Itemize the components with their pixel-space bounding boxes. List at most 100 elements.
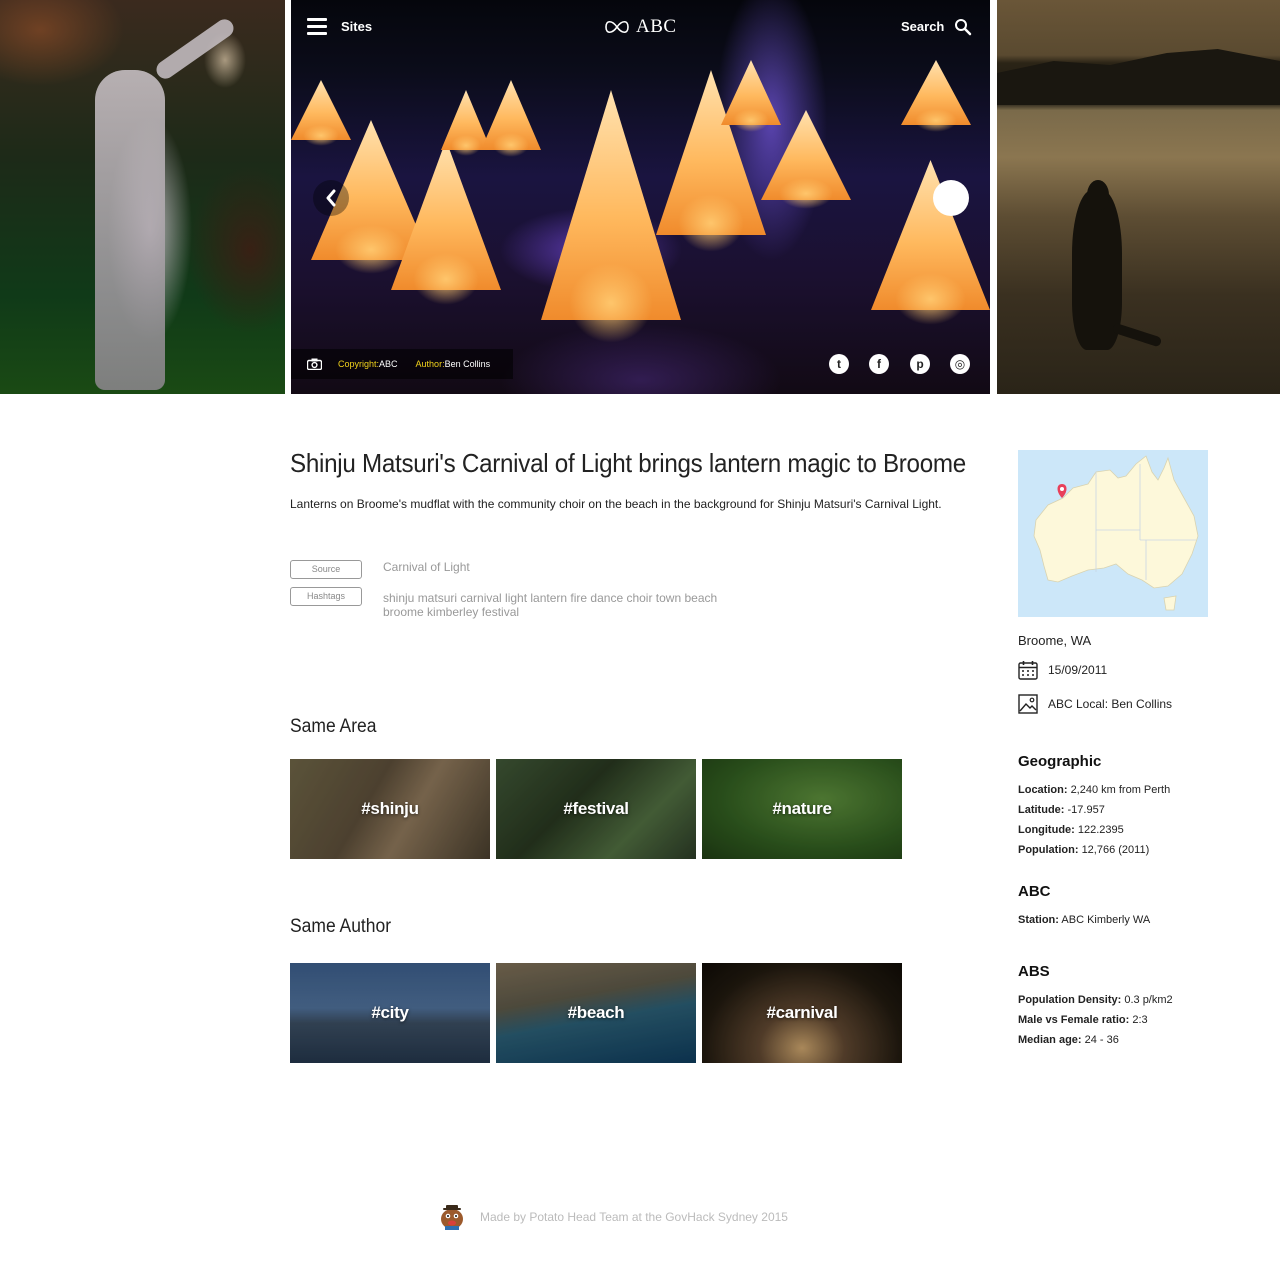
twitter-glyph: t — [837, 357, 841, 371]
same-area-tiles: #shinju #festival #nature — [290, 759, 902, 859]
footer: Made by Potato Head Team at the GovHack … — [438, 1204, 788, 1230]
facebook-glyph: f — [877, 357, 881, 371]
lantern — [391, 140, 501, 305]
abc-logo-text: ABC — [636, 16, 677, 37]
tile-label: #city — [371, 1003, 409, 1022]
abc-list: Station: ABC Kimberly WA — [1018, 910, 1248, 930]
kangaroo-head — [1087, 180, 1109, 210]
kv-value: 24 - 36 — [1084, 1034, 1119, 1046]
site-header: Sites ABC Search — [291, 0, 990, 56]
twitter-icon[interactable]: t — [829, 354, 849, 374]
kv-key: Latitude: — [1018, 804, 1065, 816]
same-author-tiles: #city #beach #carnival — [290, 963, 902, 1063]
kv-value: 2,240 km from Perth — [1070, 784, 1171, 796]
hamburger-menu-icon[interactable] — [307, 18, 327, 36]
hero-next-image[interactable] — [997, 0, 1280, 394]
kv-value: -17.957 — [1067, 804, 1105, 816]
source-row: Source Carnival of Light — [290, 560, 743, 579]
kv-value: ABC Kimberly WA — [1061, 914, 1151, 926]
hero-prev-image[interactable] — [0, 0, 285, 394]
place-name: Broome, WA — [1018, 633, 1092, 648]
kangaroo-tail — [1111, 322, 1163, 348]
lantern — [481, 80, 541, 157]
lantern — [871, 160, 990, 325]
tile-city[interactable]: #city — [290, 963, 490, 1063]
tile-beach[interactable]: #beach — [496, 963, 696, 1063]
instagram-icon[interactable]: ◎ — [950, 354, 970, 374]
copyright-value: ABC — [379, 359, 398, 369]
abc-logo[interactable]: ABC — [604, 14, 677, 40]
chevron-left-icon — [326, 189, 336, 207]
density-row: Population Density: 0.3 p/km2 — [1018, 990, 1248, 1010]
photo-caption-bar: Copyright: ABC Author: Ben Collins — [291, 349, 513, 379]
hashtags-label: Hashtags — [290, 587, 362, 606]
geographic-list: Location: 2,240 km from Perth Latitude: … — [1018, 780, 1248, 860]
facebook-icon[interactable]: f — [869, 354, 889, 374]
station-row: Station: ABC Kimberly WA — [1018, 910, 1248, 930]
population-row: Population: 12,766 (2011) — [1018, 840, 1248, 860]
lantern — [291, 80, 351, 146]
kv-key: Location: — [1018, 784, 1068, 796]
author-value: Ben Collins — [444, 359, 491, 369]
carousel-prev-button[interactable] — [313, 180, 349, 216]
hero-main-image: Sites ABC Search Copyright: ABC Author: … — [291, 0, 990, 394]
tile-festival[interactable]: #festival — [496, 759, 696, 859]
page-title: Shinju Matsuri's Carnival of Light bring… — [290, 448, 966, 478]
latitude-row: Latitude: -17.957 — [1018, 800, 1248, 820]
date-value: 15/09/2011 — [1048, 663, 1108, 677]
source-value[interactable]: Carnival of Light — [383, 560, 743, 579]
tile-label: #nature — [772, 799, 832, 818]
abs-heading: ABS — [1018, 963, 1050, 980]
kv-key: Population Density: — [1018, 994, 1122, 1006]
date-row: 15/09/2011 — [1018, 660, 1248, 680]
location-map[interactable] — [1018, 450, 1208, 617]
tile-shinju[interactable]: #shinju — [290, 759, 490, 859]
hero-carousel: Sites ABC Search Copyright: ABC Author: … — [0, 0, 1280, 394]
longitude-row: Longitude: 122.2395 — [1018, 820, 1248, 840]
tile-carnival[interactable]: #carnival — [702, 963, 902, 1063]
instagram-glyph: ◎ — [954, 357, 966, 371]
kv-value: 12,766 (2011) — [1081, 844, 1150, 856]
hashtags-row: Hashtags shinju matsuri carnival light l… — [290, 587, 743, 619]
search-link[interactable]: Search — [901, 19, 944, 34]
calendar-icon — [1018, 661, 1038, 680]
kv-key: Longitude: — [1018, 824, 1075, 836]
lantern — [901, 60, 971, 132]
search-icon[interactable] — [954, 18, 972, 36]
tile-label: #carnival — [766, 1003, 838, 1022]
dancer-arm — [152, 15, 238, 83]
dancer-figure — [95, 70, 165, 390]
tile-label: #beach — [567, 1003, 625, 1022]
abc-lissajous-icon — [605, 20, 629, 34]
ratio-row: Male vs Female ratio: 2:3 — [1018, 1010, 1248, 1030]
geographic-heading: Geographic — [1018, 753, 1102, 770]
article-header: Shinju Matsuri's Carnival of Light bring… — [290, 440, 990, 511]
footer-credit: Made by Potato Head Team at the GovHack … — [480, 1210, 788, 1224]
sites-link[interactable]: Sites — [341, 19, 372, 34]
kv-key: Male vs Female ratio: — [1018, 1014, 1130, 1026]
australia-map — [1033, 455, 1199, 611]
hills-silhouette — [997, 49, 1280, 105]
copyright-key: Copyright: — [338, 359, 380, 369]
kv-value: 2:3 — [1132, 1014, 1148, 1026]
author-key: Author: — [415, 359, 445, 369]
source-label: Source — [290, 560, 362, 579]
pinterest-icon[interactable]: p — [910, 354, 930, 374]
lantern — [761, 110, 851, 209]
hashtags-value[interactable]: shinju matsuri carnival light lantern fi… — [383, 591, 743, 619]
tile-nature[interactable]: #nature — [702, 759, 902, 859]
same-area-heading: Same Area — [290, 716, 377, 737]
image-icon — [1018, 694, 1038, 714]
abc-heading: ABC — [1018, 883, 1051, 900]
median-age-row: Median age: 24 - 36 — [1018, 1030, 1248, 1050]
tile-label: #festival — [563, 799, 629, 818]
credit-row: ABC Local: Ben Collins — [1018, 694, 1248, 714]
kv-value: 0.3 p/km2 — [1124, 994, 1173, 1006]
carousel-next-button[interactable] — [933, 180, 969, 216]
location-row: Location: 2,240 km from Perth — [1018, 780, 1248, 800]
pinterest-glyph: p — [916, 357, 924, 371]
potato-head-icon — [441, 1205, 463, 1230]
kv-key: Median age: — [1018, 1034, 1082, 1046]
tile-label: #shinju — [361, 799, 419, 818]
credit-value: ABC Local: Ben Collins — [1048, 697, 1173, 711]
